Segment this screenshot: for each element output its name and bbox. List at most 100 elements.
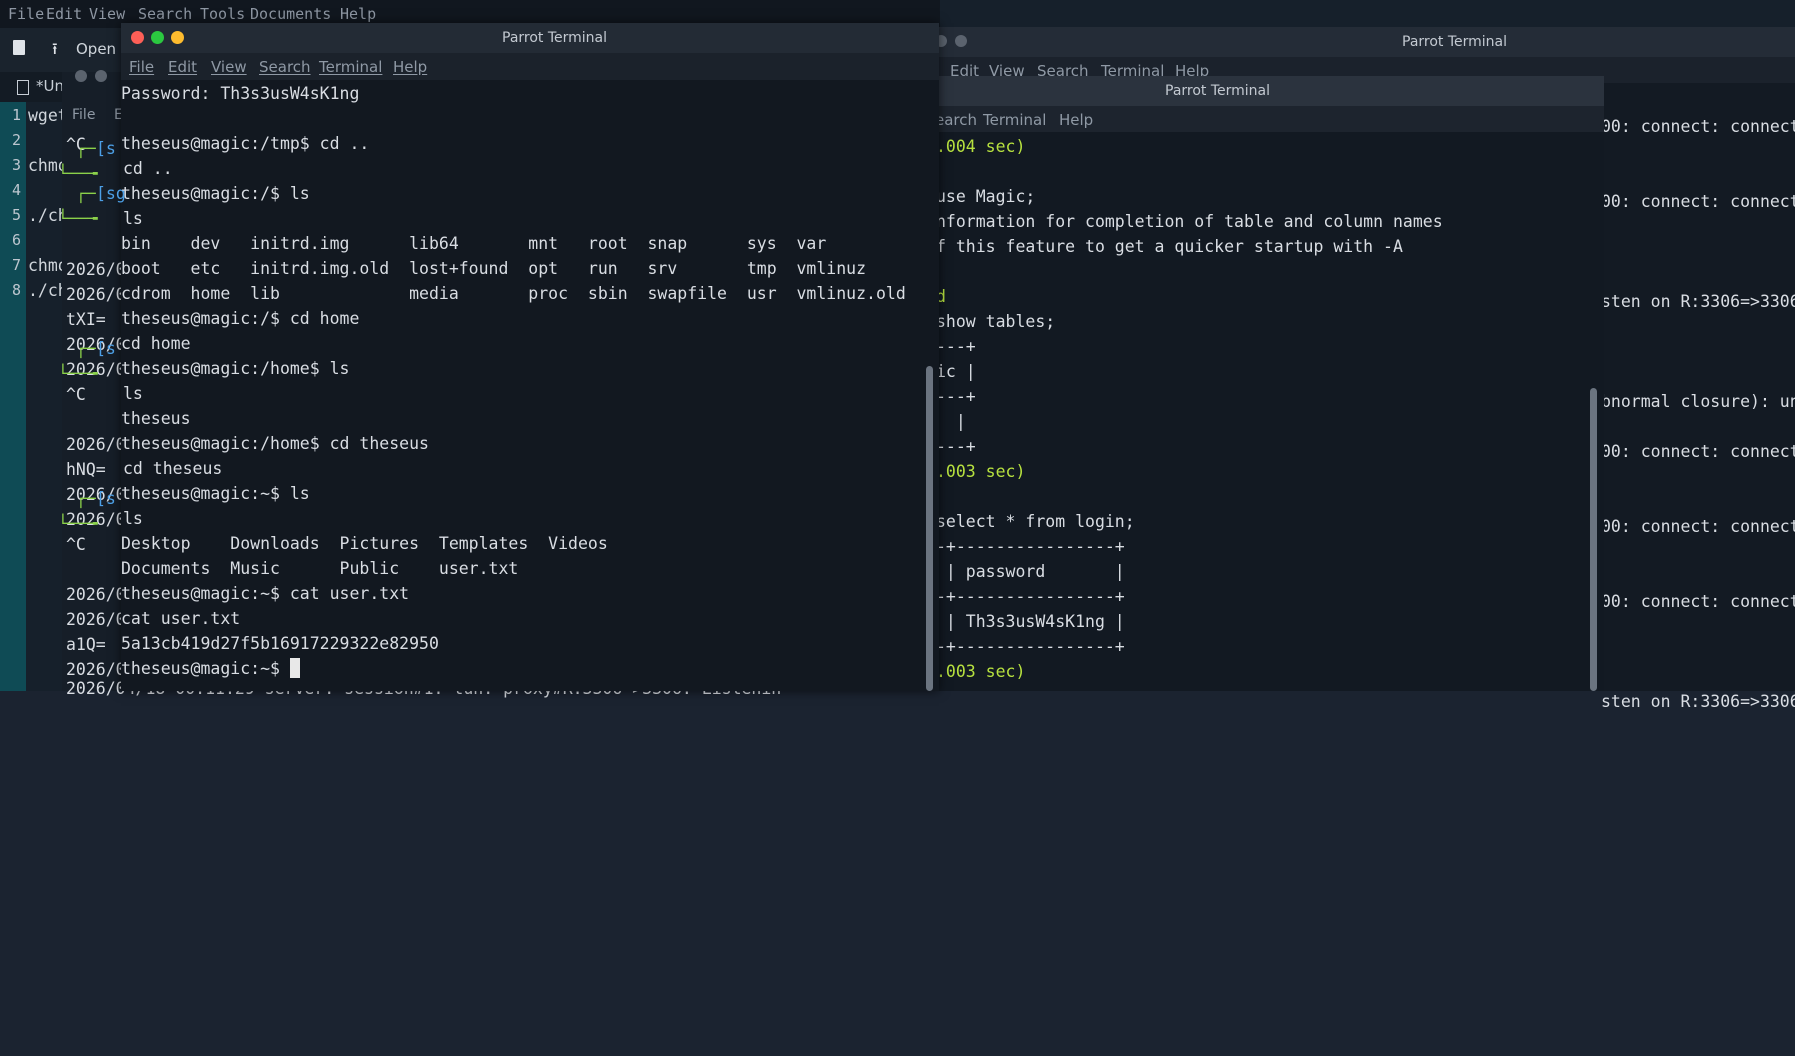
- terminal-line: Documents Music Public user.txt: [121, 559, 519, 578]
- right-terminal-a-output: 00: connect: connect 00: connect: connec…: [1601, 102, 1795, 711]
- terminal-line: ic |: [936, 362, 976, 381]
- terminal-line: theseus@magic:/$ ls: [121, 184, 310, 203]
- terminal-line: theseus@magic:/home$ ls: [121, 359, 350, 378]
- line-number: 1: [12, 106, 22, 124]
- document-icon: [17, 80, 29, 95]
- maximize-icon[interactable]: [171, 31, 184, 44]
- mysql-terminal-window: Parrot Terminal earch Terminal Help .004…: [925, 76, 1604, 691]
- editor-menu-documents[interactable]: Documents: [250, 5, 331, 23]
- terminal-line: theseus@magic:/tmp$ cd ..: [121, 134, 370, 153]
- window-control-icon[interactable]: [95, 70, 107, 82]
- terminal-line: ---+: [936, 387, 976, 406]
- mysql-terminal-title: Parrot Terminal: [1165, 83, 1271, 99]
- terminal-line: cd ..: [123, 159, 173, 178]
- terminal-line: boot etc initrd.img.old lost+found opt r…: [121, 259, 867, 278]
- mysql-terminal-scrollbar[interactable]: [1590, 388, 1597, 691]
- overlay-prompt: └──╼: [58, 514, 98, 533]
- editor-menu-file[interactable]: File: [8, 5, 44, 23]
- terminal-line: -+----------------+: [936, 537, 1125, 556]
- main-terminal-scrollbar[interactable]: [926, 366, 933, 691]
- editor-menu-search[interactable]: Search: [138, 5, 192, 23]
- menu-edit[interactable]: Edit: [168, 58, 197, 76]
- terminal-line: 2026/0: [66, 435, 126, 454]
- overlay-prompt: ┌─: [76, 489, 96, 508]
- editor-menu-help[interactable]: Help: [340, 5, 376, 23]
- terminal-line: cdrom home lib media proc sbin swapfile …: [121, 284, 906, 303]
- terminal-line: bin dev initrd.img lib64 mnt root snap s…: [121, 234, 827, 253]
- terminal-line: -+----------------+: [936, 637, 1125, 656]
- terminal-line: use Magic;: [936, 187, 1036, 206]
- terminal-line: cd home: [121, 334, 191, 353]
- back-terminal-menu-file[interactable]: File: [72, 107, 95, 123]
- menu-view[interactable]: View: [211, 58, 247, 76]
- terminal-line: 2026/0: [66, 260, 126, 279]
- line-number: 3: [12, 156, 22, 174]
- close-icon[interactable]: [131, 31, 144, 44]
- terminal-line: theseus: [121, 409, 191, 428]
- menu-help[interactable]: Help: [393, 58, 427, 76]
- mysql-terminal-output: .004 sec) use Magic; nformation for comp…: [936, 134, 1443, 681]
- mysql-terminal-menu-help[interactable]: Help: [1059, 111, 1093, 129]
- overlay-prompt: ┌─: [76, 339, 96, 358]
- terminal-line: -+----------------+: [936, 587, 1125, 606]
- right-terminal-title: Parrot Terminal: [1402, 34, 1508, 50]
- editor-menu-view[interactable]: View: [89, 5, 125, 23]
- terminal-line: theseus@magic:~$ ls: [121, 484, 310, 503]
- new-file-icon[interactable]: [13, 40, 25, 55]
- window-control-icon[interactable]: [955, 35, 967, 47]
- menu-search[interactable]: Search: [259, 58, 311, 76]
- line-number: 8: [12, 281, 22, 299]
- editor-menu-edit[interactable]: Edit: [46, 5, 82, 23]
- line-number: 6: [12, 231, 22, 249]
- open-button[interactable]: Open: [76, 40, 116, 58]
- menu-terminal[interactable]: Terminal: [319, 58, 382, 76]
- terminal-line: Desktop Downloads Pictures Templates Vid…: [121, 534, 608, 553]
- terminal-prompt: theseus@magic:~$: [121, 659, 290, 678]
- terminal-line: show tables;: [936, 312, 1056, 331]
- main-terminal-titlebar[interactable]: Parrot Terminal: [121, 23, 939, 53]
- mysql-terminal-menu-search[interactable]: earch: [935, 111, 977, 129]
- terminal-line: ls: [123, 209, 143, 228]
- terminal-line: ls: [123, 509, 143, 528]
- terminal-line: cat user.txt: [121, 609, 241, 628]
- terminal-line: 5a13cb419d27f5b16917229322e82950: [121, 634, 439, 653]
- main-terminal-window: Parrot Terminal File Edit View Search Te…: [58, 23, 939, 691]
- terminal-line: 2026/0: [66, 610, 126, 629]
- window-control-icon[interactable]: [75, 70, 87, 82]
- terminal-line: theseus@magic:/$ cd home: [121, 309, 360, 328]
- overlay-prompt: ┌─: [76, 184, 96, 203]
- minimize-icon[interactable]: [151, 31, 164, 44]
- overlay-prompt: ┌─: [76, 139, 96, 158]
- line-number-gutter: 1 2 3 4 5 6 7 8: [0, 102, 26, 691]
- terminal-prompt-line[interactable]: theseus@magic:~$: [121, 656, 300, 681]
- right-terminal-titlebar[interactable]: Parrot Terminal: [935, 27, 1795, 57]
- terminal-line: 00: connect: connect: [1601, 442, 1795, 461]
- terminal-line: 00: connect: connect: [1601, 117, 1795, 136]
- upload-icon[interactable]: ⭱: [52, 38, 58, 65]
- overlay-prompt: └──╼: [58, 364, 98, 383]
- overlay-prompt: [s: [96, 139, 116, 158]
- editor-menu-tools[interactable]: Tools: [200, 5, 245, 23]
- mysql-terminal-menubar: earch Terminal Help: [926, 106, 1604, 132]
- mysql-terminal-menu-terminal[interactable]: Terminal: [983, 111, 1046, 129]
- terminal-line: Password: Th3s3usW4sK1ng: [121, 84, 360, 103]
- menu-file[interactable]: File: [129, 58, 154, 76]
- overlay-prompt: [s: [96, 339, 116, 358]
- terminal-line: ---+: [936, 337, 976, 356]
- terminal-line: bnormal closure): un: [1601, 392, 1795, 411]
- overlay-prompt: └──╼: [58, 209, 98, 228]
- terminal-line: theseus@magic:/home$ cd theseus: [121, 434, 429, 453]
- terminal-line: a1Q=: [66, 635, 106, 654]
- main-terminal-output[interactable]: ┌─ [s └──╼ ┌─ [sg └──╼ ┌─ [s └──╼ ┌─ [s …: [58, 81, 921, 691]
- terminal-line: select * from login;: [936, 512, 1135, 531]
- terminal-line: 00: connect: connect: [1601, 192, 1795, 211]
- terminal-line: hNQ=: [66, 460, 106, 479]
- terminal-line: 2026/0: [66, 585, 126, 604]
- terminal-line: | Th3s3usW4sK1ng |: [936, 612, 1125, 631]
- terminal-line: theseus@magic:~$ cat user.txt: [121, 584, 410, 603]
- terminal-line: f this feature to get a quicker startup …: [936, 237, 1403, 256]
- line-number: 4: [12, 181, 22, 199]
- terminal-line: cd theseus: [123, 459, 223, 478]
- mysql-terminal-titlebar[interactable]: Parrot Terminal: [926, 76, 1604, 106]
- main-terminal-title: Parrot Terminal: [502, 30, 608, 46]
